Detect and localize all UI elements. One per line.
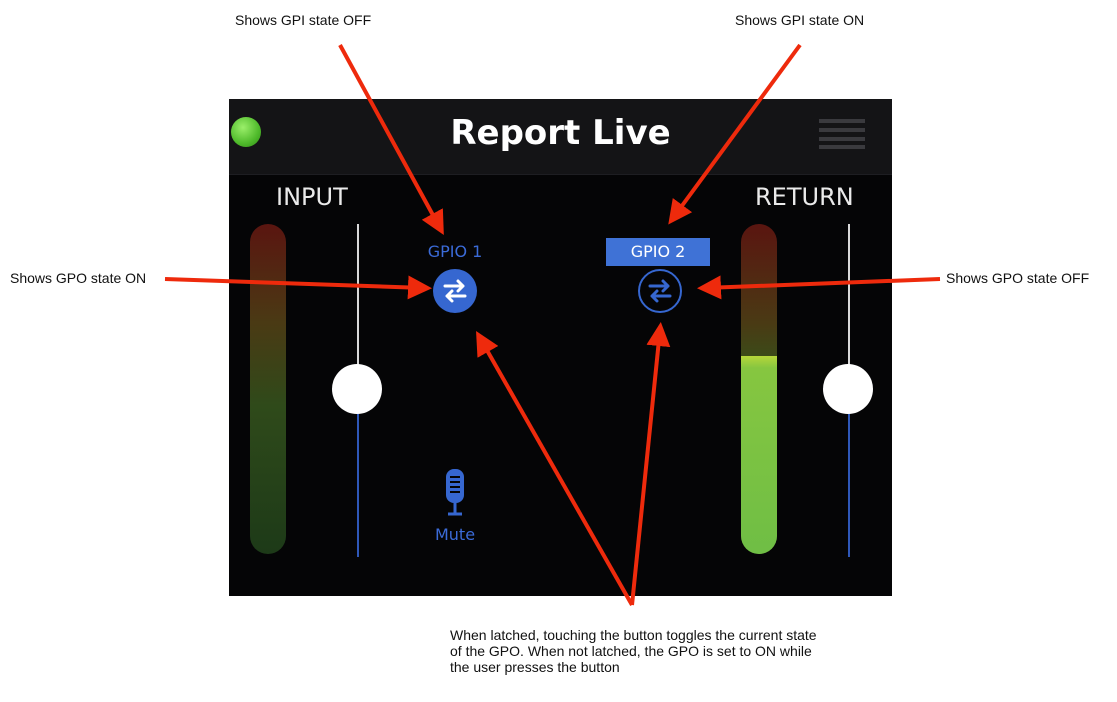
arrow-note-gpio2 xyxy=(630,322,671,606)
arrow-gpo-off xyxy=(697,275,941,300)
arrow-gpi-on xyxy=(668,43,802,225)
annotation-arrows xyxy=(164,43,941,606)
arrow-gpo-on xyxy=(164,275,432,300)
arrow-gpi-off xyxy=(338,44,444,236)
arrow-note-gpio1 xyxy=(476,331,634,606)
